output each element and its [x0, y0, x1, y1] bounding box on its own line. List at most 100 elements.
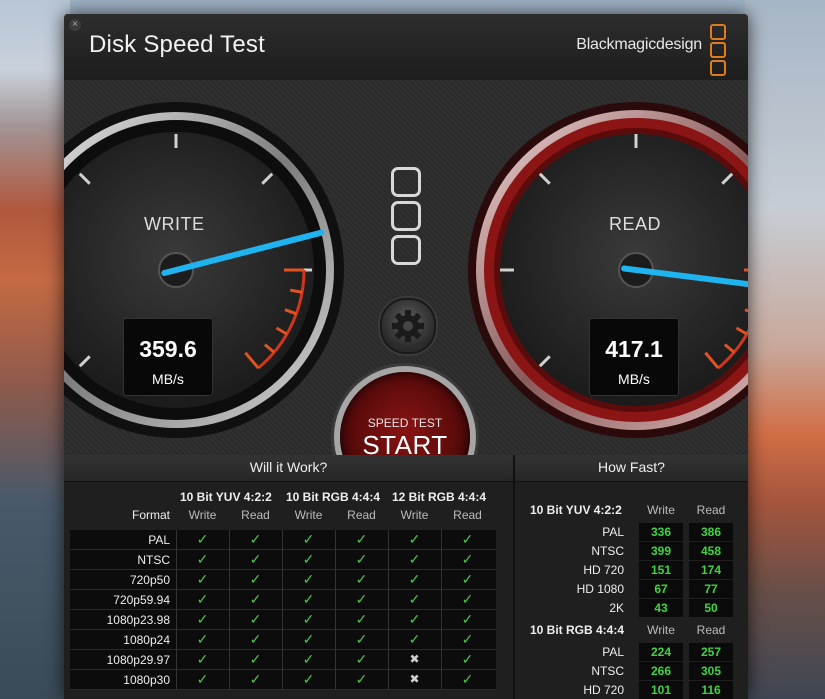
write-speed-value: 399	[639, 542, 683, 560]
write-speed-value: 101	[639, 681, 683, 699]
brand-name: Blackmagicdesign	[576, 36, 702, 53]
will-col-write: Write	[400, 508, 429, 522]
app-title: Disk Speed Test	[89, 31, 265, 58]
check-icon: ✓	[461, 531, 474, 547]
check-icon: ✓	[355, 591, 368, 607]
check-icon: ✓	[302, 531, 315, 547]
desktop-background-right	[745, 0, 825, 699]
read-speed-value: 50	[689, 599, 733, 617]
fast-col-write: Write	[647, 623, 675, 637]
check-icon: ✓	[196, 591, 209, 607]
gear-icon	[392, 310, 424, 342]
section-divider	[513, 455, 515, 699]
check-icon: ✓	[408, 571, 421, 587]
check-icon: ✓	[249, 571, 262, 587]
danger-zone-tick	[289, 288, 303, 294]
check-icon: ✓	[196, 531, 209, 547]
write-unit: MB/s	[152, 371, 184, 387]
will-group-heading: 10 Bit YUV 4:2:2	[180, 490, 272, 504]
check-icon: ✓	[302, 611, 315, 627]
format-label: 1080p23.98	[106, 613, 170, 627]
fast-format-label: NTSC	[591, 544, 624, 558]
check-icon: ✓	[196, 631, 209, 647]
read-speed-value: 305	[689, 662, 733, 680]
will-col-write: Write	[188, 508, 217, 522]
check-icon: ✓	[461, 671, 474, 687]
read-label: READ	[609, 214, 662, 234]
check-icon: ✓	[355, 631, 368, 647]
check-icon: ✓	[408, 591, 421, 607]
check-icon: ✓	[302, 671, 315, 687]
fast-format-label: 2K	[609, 601, 624, 615]
cross-icon: ✖	[409, 652, 420, 666]
write-value: 359.6	[139, 336, 197, 362]
will-col-write: Write	[294, 508, 323, 522]
read-speed-value: 257	[689, 643, 733, 661]
will-group-heading: 10 Bit RGB 4:4:4	[286, 490, 381, 504]
fast-format-label: PAL	[602, 645, 624, 659]
format-label: 1080p24	[123, 633, 170, 647]
write-speed-value: 43	[639, 599, 683, 617]
titlebar: × Disk Speed Test Blackmagicdesign	[64, 14, 748, 81]
check-icon: ✓	[355, 571, 368, 587]
read-readout: 417.1 MB/s	[589, 318, 679, 396]
write-speed-value: 336	[639, 523, 683, 541]
fast-format-label: HD 1080	[576, 582, 624, 596]
check-icon: ✓	[355, 611, 368, 627]
check-icon: ✓	[355, 531, 368, 547]
read-speed-value: 116	[689, 681, 733, 699]
desktop-background-left	[0, 0, 70, 699]
app-window: × Disk Speed Test Blackmagicdesign WRITE	[64, 14, 748, 699]
check-icon: ✓	[249, 551, 262, 567]
fast-group-heading: 10 Bit YUV 4:2:2	[530, 503, 622, 517]
check-icon: ✓	[461, 611, 474, 627]
format-label: 720p59.94	[113, 593, 170, 607]
results-panel: Will it Work? How Fast? 10 Bit YUV 4:2:2…	[64, 455, 748, 699]
check-icon: ✓	[355, 551, 368, 567]
format-label: 1080p30	[123, 673, 170, 687]
check-icon: ✓	[249, 611, 262, 627]
read-speed-value: 386	[689, 523, 733, 541]
check-icon: ✓	[249, 651, 262, 667]
check-icon: ✓	[302, 571, 315, 587]
check-icon: ✓	[461, 651, 474, 667]
check-icon: ✓	[302, 551, 315, 567]
check-icon: ✓	[355, 651, 368, 667]
fast-format-label: HD 720	[583, 563, 624, 577]
check-icon: ✓	[302, 651, 315, 667]
check-icon: ✓	[302, 591, 315, 607]
check-icon: ✓	[461, 571, 474, 587]
cross-icon: ✖	[409, 672, 420, 686]
check-icon: ✓	[249, 671, 262, 687]
read-value: 417.1	[605, 336, 663, 362]
column-separator	[335, 530, 336, 690]
fast-col-write: Write	[647, 503, 675, 517]
column-separator	[176, 530, 177, 690]
check-icon: ✓	[302, 631, 315, 647]
column-separator	[388, 530, 389, 690]
check-icon: ✓	[408, 551, 421, 567]
format-label: PAL	[148, 533, 170, 547]
blackmagic-logo-icon	[710, 24, 726, 76]
format-label: 720p50	[129, 573, 170, 587]
settings-button[interactable]	[380, 298, 436, 354]
close-button[interactable]: ×	[69, 19, 81, 31]
format-label: NTSC	[137, 553, 170, 567]
fast-format-label: PAL	[602, 525, 624, 539]
check-icon: ✓	[249, 591, 262, 607]
blackmagic-center-logo-icon	[389, 167, 423, 277]
how-fast-heading: How Fast?	[515, 455, 748, 482]
will-col-read: Read	[241, 508, 270, 522]
check-icon: ✓	[461, 551, 474, 567]
check-icon: ✓	[408, 611, 421, 627]
write-speed-value: 67	[639, 580, 683, 598]
start-button-caption: SPEED TEST	[367, 416, 443, 430]
fast-col-read: Read	[696, 503, 726, 517]
write-label: WRITE	[144, 214, 205, 234]
column-separator	[229, 530, 230, 690]
check-icon: ✓	[461, 631, 474, 647]
check-icon: ✓	[196, 551, 209, 567]
format-header: Format	[131, 508, 170, 522]
check-icon: ✓	[196, 611, 209, 627]
will-col-read: Read	[347, 508, 376, 522]
